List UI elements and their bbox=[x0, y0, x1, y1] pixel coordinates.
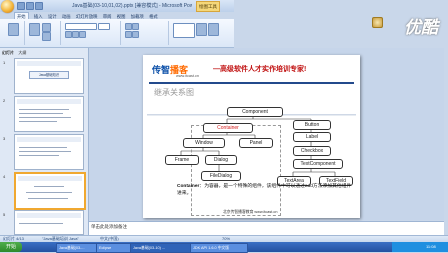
save-icon[interactable] bbox=[17, 2, 25, 10]
quick-styles-icon[interactable] bbox=[208, 23, 219, 36]
thumbnail-diagram-line bbox=[34, 186, 64, 187]
thumbnail-header bbox=[18, 176, 82, 181]
zoom-level[interactable]: 70% bbox=[222, 236, 230, 241]
node-textcomponent[interactable]: TextComponent bbox=[293, 159, 343, 169]
thumbnail-text-line bbox=[19, 155, 59, 156]
slide-thumbnail-row[interactable]: 2 bbox=[2, 96, 86, 132]
node-window[interactable]: Window bbox=[183, 138, 225, 148]
font-name-field[interactable] bbox=[65, 23, 97, 30]
font-size-field[interactable] bbox=[98, 23, 110, 30]
thumbnail-text-line bbox=[19, 147, 67, 148]
new-slide-icon[interactable] bbox=[29, 23, 40, 36]
caption-term: Container bbox=[177, 184, 200, 189]
slide-thumbnail-row[interactable]: 1 Java基础知识 bbox=[2, 58, 86, 94]
thumbnail-text-line bbox=[19, 121, 57, 122]
ribbon-group-slides bbox=[26, 21, 61, 45]
underline-icon[interactable] bbox=[79, 31, 86, 38]
node-component[interactable]: Component bbox=[227, 107, 283, 117]
slide-thumbnail[interactable]: Java基础知识 bbox=[14, 58, 84, 94]
desktop-app-icon[interactable] bbox=[372, 17, 383, 28]
delete-slide-icon[interactable] bbox=[42, 32, 51, 41]
ribbon-group-paragraph bbox=[122, 21, 169, 45]
thumbnail-diagram-line bbox=[28, 198, 68, 199]
notes-placeholder[interactable]: 单击此处添加备注 bbox=[91, 224, 127, 230]
thumbnail-text-line bbox=[19, 117, 71, 118]
slide-thumbnail-selected[interactable] bbox=[14, 172, 86, 210]
node-dialog[interactable]: Dialog bbox=[205, 155, 237, 165]
align-left-icon[interactable] bbox=[125, 31, 132, 38]
ribbon bbox=[0, 19, 234, 48]
numbering-icon[interactable] bbox=[132, 23, 139, 30]
slide-number: 2 bbox=[3, 98, 6, 103]
diagram-caption: Container：为容器，是一个特殊的组件，该组件中可以通过add方法添加其他… bbox=[177, 183, 352, 197]
thumbnail-header bbox=[17, 213, 81, 218]
office-button[interactable] bbox=[1, 0, 14, 13]
ribbon-group-font bbox=[62, 21, 121, 45]
slide-number: 4 bbox=[3, 174, 6, 179]
undo-icon[interactable] bbox=[26, 2, 34, 10]
slide-number: 5 bbox=[3, 212, 6, 217]
window-title: Java基础(03-10,01,02).pptx [兼容模式] - Micros… bbox=[72, 3, 192, 9]
quick-access-toolbar bbox=[17, 2, 45, 10]
redo-icon[interactable] bbox=[35, 2, 43, 10]
clock: 11:08 bbox=[426, 244, 436, 249]
thumbnail-text-line bbox=[19, 151, 71, 152]
system-tray bbox=[392, 242, 448, 252]
slide-thumbnail-row[interactable]: 4 bbox=[2, 172, 86, 210]
thumbnail-header bbox=[17, 137, 81, 142]
thumbnail-text-line bbox=[19, 113, 63, 114]
video-watermark: 优酷 bbox=[404, 18, 438, 37]
node-label[interactable]: Label bbox=[293, 132, 331, 142]
shapes-gallery[interactable] bbox=[173, 23, 195, 38]
tab-outline[interactable]: 大纲 bbox=[18, 50, 26, 56]
thumbnail-header bbox=[17, 61, 81, 66]
thumbnail-title: Java基础知识 bbox=[29, 71, 69, 79]
slide-number: 1 bbox=[3, 60, 6, 65]
layout-icon[interactable] bbox=[42, 23, 51, 32]
slide-thumbnail-row[interactable]: 3 bbox=[2, 134, 86, 170]
caption-text: ：为容器，是一个特殊的组件，该组件中可以通过add方法添加其他组件进来。 bbox=[177, 184, 352, 196]
slide-footer: 北京传智播客教育 www.itcast.cn bbox=[223, 210, 278, 214]
node-filedialog[interactable]: FileDialog bbox=[201, 171, 241, 181]
slide-thumbnail[interactable] bbox=[14, 96, 84, 132]
node-button[interactable]: Button bbox=[293, 120, 331, 130]
node-panel[interactable]: Panel bbox=[239, 138, 273, 148]
arrange-icon[interactable] bbox=[196, 23, 207, 36]
ribbon-tabs: 开始 插入 设计 动画 幻灯片放映 审阅 视图 加载项 格式 bbox=[14, 12, 234, 20]
slide-thumbnail[interactable] bbox=[14, 210, 84, 235]
node-frame[interactable]: Frame bbox=[165, 155, 199, 165]
thumbnail-text-line bbox=[19, 109, 69, 110]
ribbon-group-clipboard bbox=[2, 21, 25, 45]
slide-thumbnail[interactable] bbox=[14, 134, 84, 170]
bold-icon[interactable] bbox=[65, 31, 72, 38]
node-container[interactable]: Container bbox=[203, 123, 253, 133]
slide-canvas[interactable]: 传智播客 www.itcast.cn —高级软件人才实作培训专家! 继承关系图 bbox=[143, 55, 360, 218]
align-center-icon[interactable] bbox=[132, 31, 139, 38]
node-checkbox[interactable]: Checkbox bbox=[293, 146, 331, 156]
slide-thumbnail-row[interactable]: 5 bbox=[2, 210, 86, 235]
paste-icon[interactable] bbox=[8, 23, 19, 36]
tab-slides[interactable]: 幻灯片 bbox=[2, 50, 14, 56]
thumbnail-text-line bbox=[19, 223, 63, 224]
bullets-icon[interactable] bbox=[125, 23, 132, 30]
notes-pane[interactable] bbox=[89, 221, 444, 236]
thumbnail-diagram-line bbox=[26, 192, 72, 193]
start-button[interactable]: 开始 bbox=[0, 242, 22, 252]
slide-number: 3 bbox=[3, 136, 6, 141]
thumbnail-header bbox=[17, 99, 81, 104]
italic-icon[interactable] bbox=[72, 31, 79, 38]
panel-tabs: 幻灯片 大纲 bbox=[2, 50, 86, 56]
ribbon-group-drawing bbox=[170, 21, 232, 45]
window-controls bbox=[210, 1, 232, 10]
